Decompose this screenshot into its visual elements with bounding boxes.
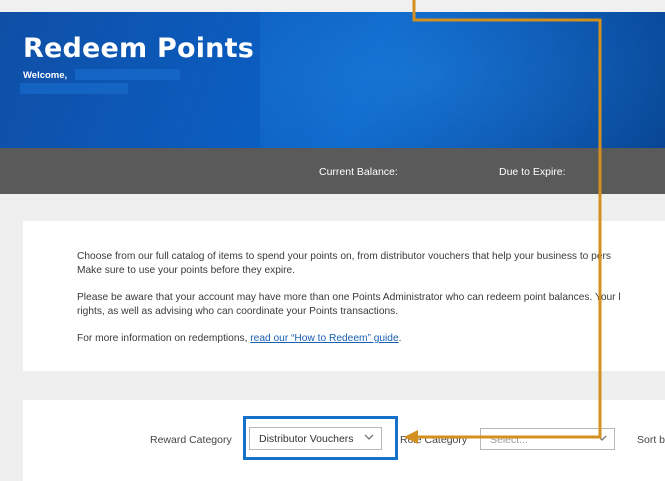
how-to-redeem-link[interactable]: read our “How to Redeem” guide: [250, 333, 398, 344]
chevron-down-icon: [597, 435, 607, 441]
reward-category-label: Reward Category: [150, 434, 232, 446]
info-card: Choose from our full catalog of items to…: [23, 221, 665, 371]
info-paragraph-3: For more information on redemptions, rea…: [77, 332, 401, 346]
due-to-expire-label: Due to Expire:: [499, 166, 566, 178]
welcome-text: Welcome,: [23, 70, 68, 81]
redacted-username: [75, 69, 180, 80]
current-balance-label: Current Balance:: [319, 166, 398, 178]
info-paragraph-2-line-1: Please be aware that your account may ha…: [77, 292, 621, 303]
redacted-company: [20, 83, 128, 94]
top-strip: [0, 0, 665, 12]
redeem-points-page: Redeem Points Welcome, Current Balance: …: [0, 0, 665, 481]
role-category-label: Role Category: [400, 434, 468, 446]
info-paragraph-1-line-2: Make sure to use your points before they…: [77, 265, 296, 276]
balance-bar: Current Balance: Due to Expire:: [0, 148, 665, 194]
redeem-info-suffix: .: [398, 333, 402, 344]
highlight-box: [243, 416, 398, 460]
redeem-info-prefix: For more information on redemptions,: [77, 333, 251, 344]
role-category-placeholder: Select...: [490, 434, 528, 446]
info-paragraph-2-line-2: rights, as well as advising who can coor…: [77, 306, 399, 317]
hero-banner: Redeem Points Welcome,: [0, 12, 665, 148]
sort-by-label: Sort b: [637, 434, 665, 446]
role-category-select[interactable]: Select...: [480, 428, 615, 450]
page-title: Redeem Points: [23, 33, 254, 64]
info-paragraph-1-line-1: Choose from our full catalog of items to…: [77, 251, 611, 262]
